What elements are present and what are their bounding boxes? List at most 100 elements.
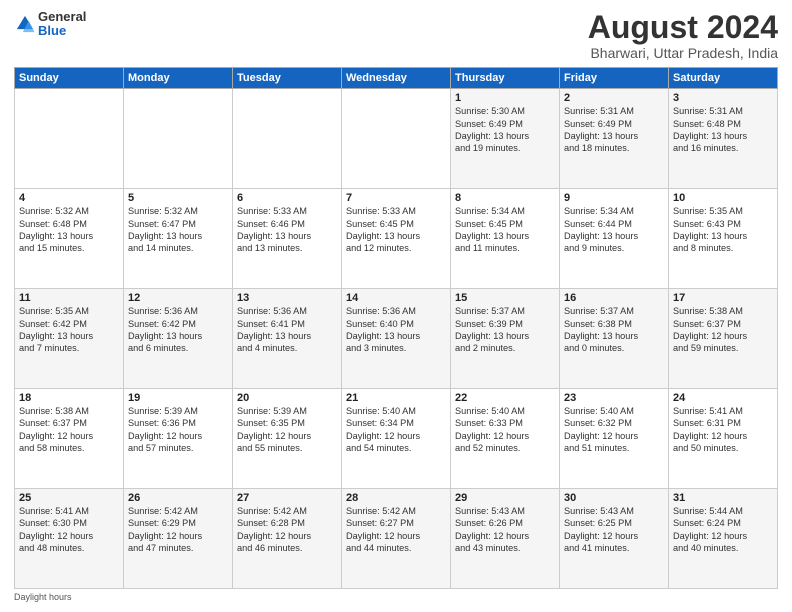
calendar-cell: 13Sunrise: 5:36 AM Sunset: 6:41 PM Dayli… bbox=[233, 289, 342, 389]
col-header-saturday: Saturday bbox=[669, 68, 778, 89]
calendar-cell: 18Sunrise: 5:38 AM Sunset: 6:37 PM Dayli… bbox=[15, 389, 124, 489]
logo-general: General bbox=[38, 10, 86, 24]
day-info: Sunrise: 5:31 AM Sunset: 6:48 PM Dayligh… bbox=[673, 105, 773, 155]
day-number: 16 bbox=[564, 292, 664, 304]
main-title: August 2024 bbox=[588, 10, 778, 45]
calendar-cell: 26Sunrise: 5:42 AM Sunset: 6:29 PM Dayli… bbox=[124, 489, 233, 589]
day-info: Sunrise: 5:43 AM Sunset: 6:26 PM Dayligh… bbox=[455, 505, 555, 555]
col-header-sunday: Sunday bbox=[15, 68, 124, 89]
calendar-cell: 30Sunrise: 5:43 AM Sunset: 6:25 PM Dayli… bbox=[560, 489, 669, 589]
day-info: Sunrise: 5:40 AM Sunset: 6:32 PM Dayligh… bbox=[564, 405, 664, 455]
day-number: 10 bbox=[673, 192, 773, 204]
calendar-cell bbox=[233, 89, 342, 189]
calendar-cell: 16Sunrise: 5:37 AM Sunset: 6:38 PM Dayli… bbox=[560, 289, 669, 389]
day-info: Sunrise: 5:40 AM Sunset: 6:34 PM Dayligh… bbox=[346, 405, 446, 455]
header: General Blue August 2024 Bharwari, Uttar… bbox=[14, 10, 778, 61]
calendar-cell: 12Sunrise: 5:36 AM Sunset: 6:42 PM Dayli… bbox=[124, 289, 233, 389]
calendar-cell: 19Sunrise: 5:39 AM Sunset: 6:36 PM Dayli… bbox=[124, 389, 233, 489]
day-number: 1 bbox=[455, 92, 555, 104]
day-info: Sunrise: 5:43 AM Sunset: 6:25 PM Dayligh… bbox=[564, 505, 664, 555]
day-info: Sunrise: 5:37 AM Sunset: 6:38 PM Dayligh… bbox=[564, 305, 664, 355]
day-number: 28 bbox=[346, 492, 446, 504]
day-number: 15 bbox=[455, 292, 555, 304]
calendar-cell bbox=[15, 89, 124, 189]
day-info: Sunrise: 5:40 AM Sunset: 6:33 PM Dayligh… bbox=[455, 405, 555, 455]
day-info: Sunrise: 5:36 AM Sunset: 6:41 PM Dayligh… bbox=[237, 305, 337, 355]
calendar-cell: 3Sunrise: 5:31 AM Sunset: 6:48 PM Daylig… bbox=[669, 89, 778, 189]
day-number: 18 bbox=[19, 392, 119, 404]
calendar-cell: 22Sunrise: 5:40 AM Sunset: 6:33 PM Dayli… bbox=[451, 389, 560, 489]
day-info: Sunrise: 5:32 AM Sunset: 6:47 PM Dayligh… bbox=[128, 205, 228, 255]
day-info: Sunrise: 5:41 AM Sunset: 6:31 PM Dayligh… bbox=[673, 405, 773, 455]
calendar-cell: 11Sunrise: 5:35 AM Sunset: 6:42 PM Dayli… bbox=[15, 289, 124, 389]
day-info: Sunrise: 5:42 AM Sunset: 6:29 PM Dayligh… bbox=[128, 505, 228, 555]
day-info: Sunrise: 5:41 AM Sunset: 6:30 PM Dayligh… bbox=[19, 505, 119, 555]
calendar-cell: 10Sunrise: 5:35 AM Sunset: 6:43 PM Dayli… bbox=[669, 189, 778, 289]
day-number: 9 bbox=[564, 192, 664, 204]
day-info: Sunrise: 5:38 AM Sunset: 6:37 PM Dayligh… bbox=[19, 405, 119, 455]
day-number: 25 bbox=[19, 492, 119, 504]
calendar-cell: 25Sunrise: 5:41 AM Sunset: 6:30 PM Dayli… bbox=[15, 489, 124, 589]
calendar-cell bbox=[342, 89, 451, 189]
calendar-cell: 9Sunrise: 5:34 AM Sunset: 6:44 PM Daylig… bbox=[560, 189, 669, 289]
day-number: 17 bbox=[673, 292, 773, 304]
day-number: 5 bbox=[128, 192, 228, 204]
day-info: Sunrise: 5:34 AM Sunset: 6:45 PM Dayligh… bbox=[455, 205, 555, 255]
logo: General Blue bbox=[14, 10, 86, 39]
day-info: Sunrise: 5:34 AM Sunset: 6:44 PM Dayligh… bbox=[564, 205, 664, 255]
day-info: Sunrise: 5:35 AM Sunset: 6:43 PM Dayligh… bbox=[673, 205, 773, 255]
day-number: 8 bbox=[455, 192, 555, 204]
day-number: 2 bbox=[564, 92, 664, 104]
day-number: 30 bbox=[564, 492, 664, 504]
day-number: 26 bbox=[128, 492, 228, 504]
calendar-cell: 15Sunrise: 5:37 AM Sunset: 6:39 PM Dayli… bbox=[451, 289, 560, 389]
day-info: Sunrise: 5:37 AM Sunset: 6:39 PM Dayligh… bbox=[455, 305, 555, 355]
calendar-cell: 28Sunrise: 5:42 AM Sunset: 6:27 PM Dayli… bbox=[342, 489, 451, 589]
day-info: Sunrise: 5:31 AM Sunset: 6:49 PM Dayligh… bbox=[564, 105, 664, 155]
week-row-4: 18Sunrise: 5:38 AM Sunset: 6:37 PM Dayli… bbox=[15, 389, 778, 489]
week-row-1: 1Sunrise: 5:30 AM Sunset: 6:49 PM Daylig… bbox=[15, 89, 778, 189]
day-info: Sunrise: 5:32 AM Sunset: 6:48 PM Dayligh… bbox=[19, 205, 119, 255]
day-number: 31 bbox=[673, 492, 773, 504]
calendar-cell: 24Sunrise: 5:41 AM Sunset: 6:31 PM Dayli… bbox=[669, 389, 778, 489]
subtitle: Bharwari, Uttar Pradesh, India bbox=[588, 45, 778, 61]
day-number: 11 bbox=[19, 292, 119, 304]
day-info: Sunrise: 5:36 AM Sunset: 6:40 PM Dayligh… bbox=[346, 305, 446, 355]
week-row-3: 11Sunrise: 5:35 AM Sunset: 6:42 PM Dayli… bbox=[15, 289, 778, 389]
day-number: 4 bbox=[19, 192, 119, 204]
calendar-table: SundayMondayTuesdayWednesdayThursdayFrid… bbox=[14, 67, 778, 589]
day-number: 24 bbox=[673, 392, 773, 404]
col-header-friday: Friday bbox=[560, 68, 669, 89]
col-header-thursday: Thursday bbox=[451, 68, 560, 89]
col-header-wednesday: Wednesday bbox=[342, 68, 451, 89]
calendar-cell: 2Sunrise: 5:31 AM Sunset: 6:49 PM Daylig… bbox=[560, 89, 669, 189]
calendar-cell: 6Sunrise: 5:33 AM Sunset: 6:46 PM Daylig… bbox=[233, 189, 342, 289]
calendar-cell: 4Sunrise: 5:32 AM Sunset: 6:48 PM Daylig… bbox=[15, 189, 124, 289]
week-row-2: 4Sunrise: 5:32 AM Sunset: 6:48 PM Daylig… bbox=[15, 189, 778, 289]
calendar-cell: 23Sunrise: 5:40 AM Sunset: 6:32 PM Dayli… bbox=[560, 389, 669, 489]
calendar-cell: 21Sunrise: 5:40 AM Sunset: 6:34 PM Dayli… bbox=[342, 389, 451, 489]
calendar-cell: 20Sunrise: 5:39 AM Sunset: 6:35 PM Dayli… bbox=[233, 389, 342, 489]
day-info: Sunrise: 5:36 AM Sunset: 6:42 PM Dayligh… bbox=[128, 305, 228, 355]
page: General Blue August 2024 Bharwari, Uttar… bbox=[0, 0, 792, 612]
day-info: Sunrise: 5:39 AM Sunset: 6:35 PM Dayligh… bbox=[237, 405, 337, 455]
day-number: 14 bbox=[346, 292, 446, 304]
col-header-tuesday: Tuesday bbox=[233, 68, 342, 89]
day-number: 20 bbox=[237, 392, 337, 404]
calendar-cell: 8Sunrise: 5:34 AM Sunset: 6:45 PM Daylig… bbox=[451, 189, 560, 289]
day-info: Sunrise: 5:42 AM Sunset: 6:28 PM Dayligh… bbox=[237, 505, 337, 555]
calendar-cell: 29Sunrise: 5:43 AM Sunset: 6:26 PM Dayli… bbox=[451, 489, 560, 589]
day-number: 7 bbox=[346, 192, 446, 204]
footer-note: Daylight hours bbox=[14, 592, 778, 602]
day-number: 29 bbox=[455, 492, 555, 504]
header-row: SundayMondayTuesdayWednesdayThursdayFrid… bbox=[15, 68, 778, 89]
day-info: Sunrise: 5:38 AM Sunset: 6:37 PM Dayligh… bbox=[673, 305, 773, 355]
day-number: 23 bbox=[564, 392, 664, 404]
calendar-cell: 31Sunrise: 5:44 AM Sunset: 6:24 PM Dayli… bbox=[669, 489, 778, 589]
day-number: 22 bbox=[455, 392, 555, 404]
day-info: Sunrise: 5:30 AM Sunset: 6:49 PM Dayligh… bbox=[455, 105, 555, 155]
day-number: 3 bbox=[673, 92, 773, 104]
col-header-monday: Monday bbox=[124, 68, 233, 89]
day-number: 12 bbox=[128, 292, 228, 304]
day-info: Sunrise: 5:33 AM Sunset: 6:45 PM Dayligh… bbox=[346, 205, 446, 255]
